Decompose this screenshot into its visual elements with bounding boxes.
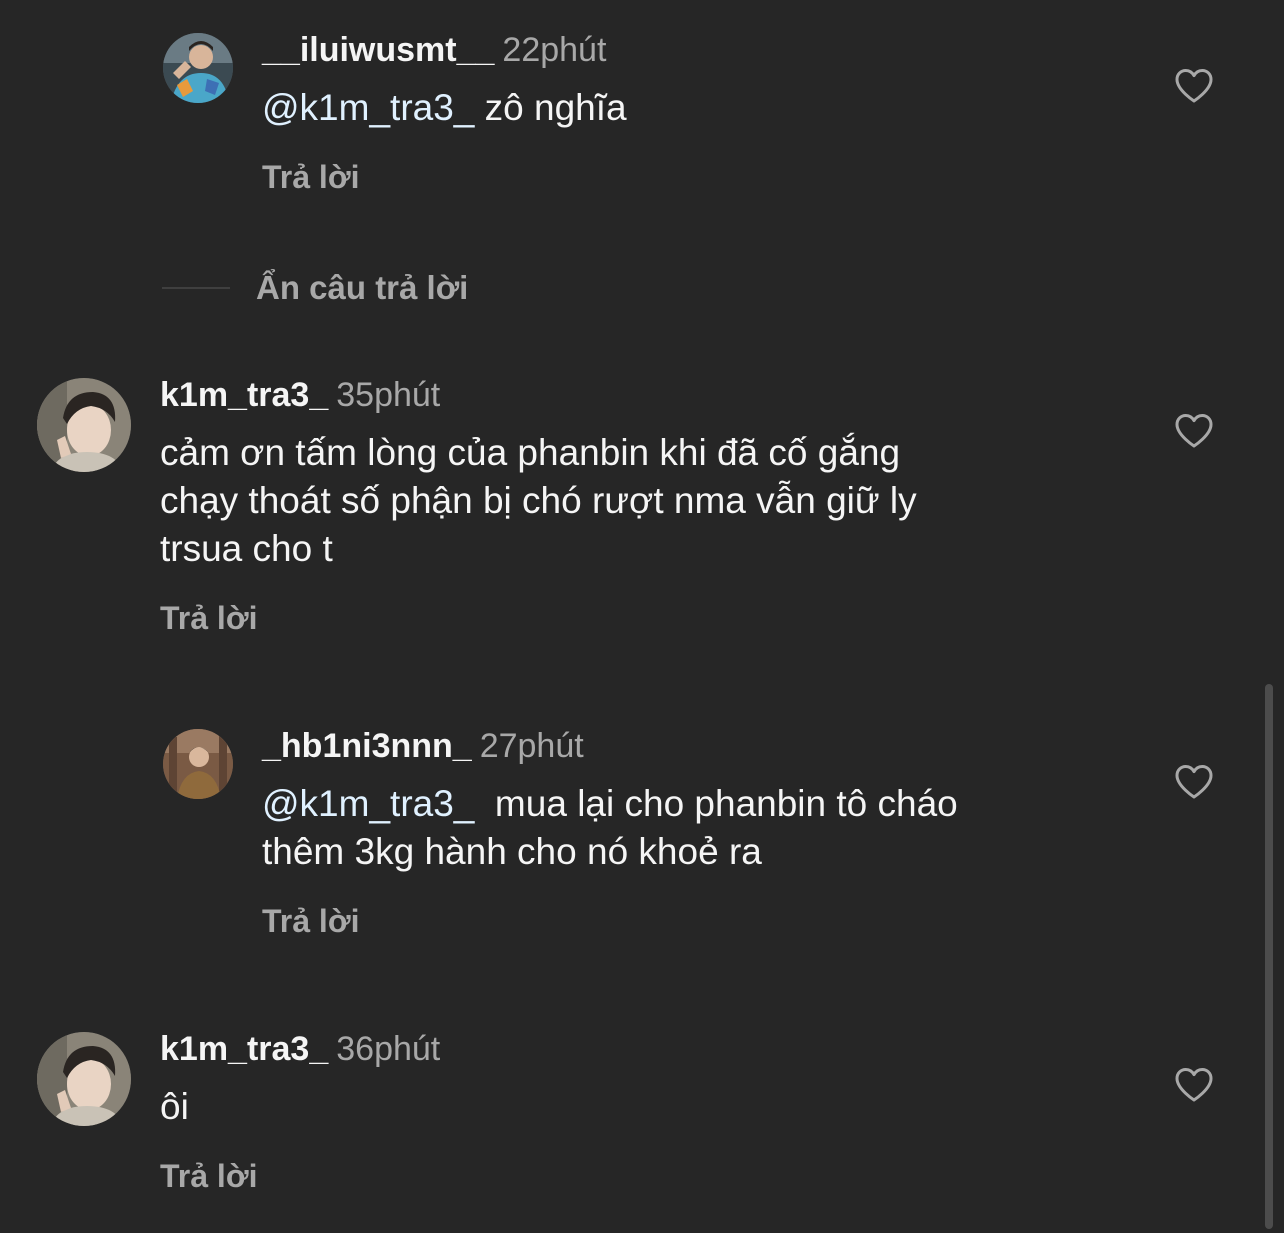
comment-line: @k1m_tra3_ mua lại cho phanbin tô cháo [262, 780, 958, 828]
comment-text: @k1m_tra3_ mua lại cho phanbin tô cháo t… [262, 780, 958, 876]
username[interactable]: k1m_tra3_ [160, 376, 328, 414]
comment-body: mua lại cho phanbin tô cháo [474, 783, 958, 824]
comment-line: thêm 3kg hành cho nó khoẻ ra [262, 831, 762, 872]
heart-outline-icon[interactable] [1174, 1067, 1214, 1103]
comment-header: k1m_tra3_ 36phút [160, 1029, 440, 1069]
comment-header: __iluiwusmt__ 22phút [262, 30, 606, 70]
timestamp: 35phút [336, 376, 441, 414]
username[interactable]: _hb1ni3nnn_ [262, 727, 472, 765]
avatar[interactable] [37, 378, 131, 472]
mention-link[interactable]: @k1m_tra3_ [262, 783, 474, 824]
reply-button[interactable]: Trả lời [160, 598, 257, 638]
comment-text: ôi [160, 1083, 189, 1131]
comment-body: zô nghĩa [474, 87, 627, 128]
reply-button[interactable]: Trả lời [262, 901, 359, 941]
reply-button[interactable]: Trả lời [262, 157, 359, 197]
timestamp: 36phút [336, 1030, 441, 1068]
comment-text: @k1m_tra3_ zô nghĩa [262, 84, 627, 132]
avatar-photo-icon [163, 729, 233, 799]
scrollbar[interactable] [1265, 684, 1273, 1229]
comment-line: trsua cho t [160, 528, 333, 569]
comment-body: ôi [160, 1086, 189, 1127]
username[interactable]: __iluiwusmt__ [262, 31, 494, 69]
heart-outline-icon[interactable] [1174, 413, 1214, 449]
username[interactable]: k1m_tra3_ [160, 1030, 328, 1068]
comments-page: __iluiwusmt__ 22phút @k1m_tra3_ zô nghĩa … [0, 0, 1284, 1233]
comment-line: chạy thoát số phận bị chó rượt nma vẫn g… [160, 480, 917, 521]
avatar-photo-icon [37, 1032, 131, 1126]
comment-text: cảm ơn tấm lòng của phanbin khi đã cố gắ… [160, 429, 917, 573]
mention-link[interactable]: @k1m_tra3_ [262, 87, 474, 128]
hide-replies-button[interactable]: Ẩn câu trả lời [256, 266, 468, 310]
avatar-photo-icon [163, 33, 233, 103]
avatar-photo-icon [37, 378, 131, 472]
comment-header: k1m_tra3_ 35phút [160, 375, 440, 415]
timestamp: 27phút [479, 727, 584, 765]
avatar[interactable] [37, 1032, 131, 1126]
heart-outline-icon[interactable] [1174, 764, 1214, 800]
comment-line: cảm ơn tấm lòng của phanbin khi đã cố gắ… [160, 432, 901, 473]
avatar[interactable] [163, 33, 233, 103]
divider-line [162, 287, 230, 289]
comment-header: _hb1ni3nnn_ 27phút [262, 726, 584, 766]
timestamp: 22phút [502, 31, 607, 69]
avatar[interactable] [163, 729, 233, 799]
reply-button[interactable]: Trả lời [160, 1156, 257, 1196]
heart-outline-icon[interactable] [1174, 68, 1214, 104]
